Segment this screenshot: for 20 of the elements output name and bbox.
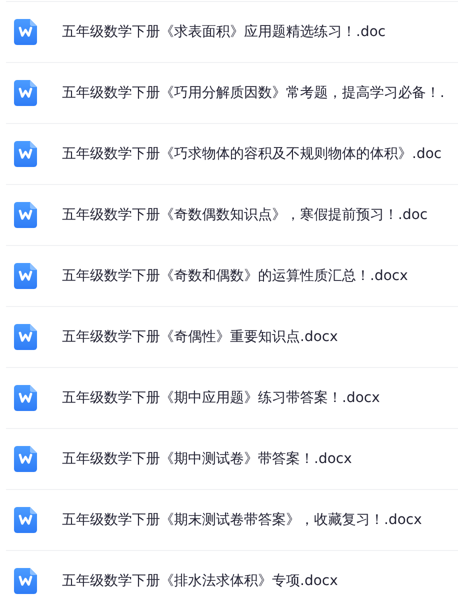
file-name[interactable]: 五年级数学下册《期末测试卷带答案》，收藏复习！.docx	[62, 511, 422, 529]
word-document-icon	[14, 141, 37, 167]
file-name[interactable]: 五年级数学下册《期中测试卷》带答案！.docx	[62, 450, 352, 468]
file-name[interactable]: 五年级数学下册《巧用分解质因数》常考题，提高学习必备！.	[62, 84, 444, 102]
file-name[interactable]: 五年级数学下册《期中应用题》练习带答案！.docx	[62, 389, 380, 407]
word-document-icon	[14, 385, 37, 411]
word-document-icon	[14, 202, 37, 228]
word-document-icon	[14, 19, 37, 45]
file-name[interactable]: 五年级数学下册《巧求物体的容积及不规则物体的体积》.doc	[62, 145, 442, 163]
word-document-icon	[14, 324, 37, 350]
word-document-icon	[14, 568, 37, 594]
word-document-icon	[14, 446, 37, 472]
word-document-icon	[14, 80, 37, 106]
file-name[interactable]: 五年级数学下册《奇数和偶数》的运算性质汇总！.docx	[62, 267, 408, 285]
file-name[interactable]: 五年级数学下册《求表面积》应用题精选练习！.doc	[62, 23, 386, 41]
file-name[interactable]: 五年级数学下册《奇数偶数知识点》，寒假提前预习！.doc	[62, 206, 428, 224]
word-document-icon	[14, 263, 37, 289]
file-name[interactable]: 五年级数学下册《奇偶性》重要知识点.docx	[62, 328, 338, 346]
word-document-icon	[14, 507, 37, 533]
file-name[interactable]: 五年级数学下册《排水法求体积》专项.docx	[62, 572, 338, 590]
